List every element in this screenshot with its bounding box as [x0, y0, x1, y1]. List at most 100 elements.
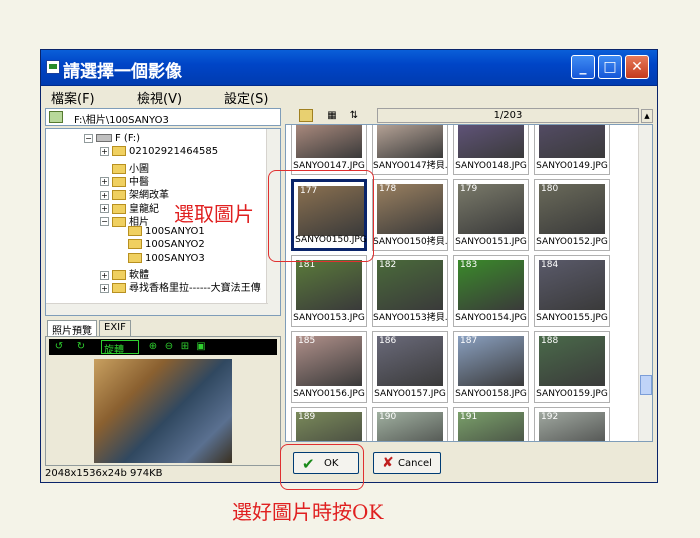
rotate-left-icon[interactable]: ↺: [53, 341, 65, 353]
thumbnail-item[interactable]: 180 SANYO0152.JPG: [534, 179, 610, 251]
tree-horizontal-scrollbar[interactable]: [46, 303, 268, 315]
tree-item[interactable]: +02102921464585: [100, 146, 218, 159]
thumbnail-number: 180: [541, 184, 559, 194]
thumbnail-view-icon[interactable]: ▦: [325, 109, 339, 122]
thumbnail-item[interactable]: 190: [372, 407, 448, 441]
up-level-icon[interactable]: [299, 109, 313, 122]
tree-item-label: 100SANYO1: [145, 226, 205, 238]
tree-item[interactable]: 小圖: [100, 160, 149, 175]
expand-icon[interactable]: +: [100, 146, 109, 156]
cancel-label: Cancel: [398, 458, 432, 469]
scrollbar-thumb[interactable]: [640, 375, 652, 395]
folder-icon: [128, 226, 142, 237]
ok-hint-annotation: 選好圖片時按OK: [232, 500, 384, 524]
thumbnail-number: 179: [460, 184, 478, 194]
thumbnail-item[interactable]: SANYO0148.JPG: [453, 125, 529, 175]
ok-highlight-ring: [280, 444, 364, 490]
thumbnail-item[interactable]: 189: [291, 407, 367, 441]
thumbnail-item[interactable]: SANYO0147拷貝...: [372, 125, 448, 175]
title-bar[interactable]: 請選擇一個影像 _ □ ✕: [41, 50, 657, 86]
thumbnail-item[interactable]: 184 SANYO0155.JPG: [534, 255, 610, 327]
up-folder-icon[interactable]: [49, 111, 63, 123]
tree-item[interactable]: 100SANYO3: [116, 252, 205, 266]
drive-icon: [96, 134, 112, 142]
expand-icon[interactable]: +: [100, 177, 109, 187]
sort-icon[interactable]: ⇅: [347, 109, 361, 122]
menu-file[interactable]: 檔案(F): [51, 88, 95, 107]
thumbnail-item[interactable]: 178 SANYO0150拷貝...: [372, 179, 448, 251]
maximize-icon: □: [603, 59, 617, 75]
zoom-in-icon[interactable]: ⊕: [147, 341, 159, 353]
thumbnail-number: 183: [460, 260, 478, 270]
thumbnail-image: [296, 125, 362, 158]
thumbnail-item[interactable]: SANYO0147.JPG: [291, 125, 367, 175]
zoom-out-icon[interactable]: ⊖: [163, 341, 175, 353]
expand-icon[interactable]: +: [100, 270, 109, 280]
thumbnail-number: 192: [541, 412, 559, 422]
app-icon: [46, 60, 60, 74]
thumbnail-item[interactable]: 185 SANYO0156.JPG: [291, 331, 367, 403]
folder-icon: [112, 146, 126, 157]
thumbnail-filename: SANYO0156.JPG: [293, 389, 365, 399]
thumbnail-number: 190: [379, 412, 397, 422]
scroll-up-icon[interactable]: ▲: [641, 109, 653, 123]
tree-item[interactable]: 100SANYO2: [116, 239, 205, 252]
maximize-button[interactable]: □: [598, 55, 622, 79]
thumbnail-item[interactable]: 183 SANYO0154.JPG: [453, 255, 529, 327]
folder-icon: [128, 239, 142, 250]
thumbnail-item[interactable]: 188 SANYO0159.JPG: [534, 331, 610, 403]
current-path: F:\相片\100SANYO3: [74, 115, 169, 126]
collapse-icon[interactable]: −: [84, 133, 93, 143]
collapse-icon[interactable]: −: [100, 217, 109, 227]
close-button[interactable]: ✕: [625, 55, 649, 79]
window-title: 請選擇一個影像: [63, 62, 182, 82]
thumbnail-filename: SANYO0150拷貝...: [373, 237, 447, 247]
thumbnail-item[interactable]: 181 SANYO0153.JPG: [291, 255, 367, 327]
tab-photo-preview[interactable]: 照片預覽: [47, 320, 97, 337]
menu-settings[interactable]: 設定(S): [224, 88, 268, 107]
rotate-right-icon[interactable]: ↻: [75, 341, 87, 353]
tree-item[interactable]: + 皇龍紀: [100, 200, 159, 215]
thumbnail-filename: SANYO0153.JPG: [293, 313, 365, 323]
tree-item[interactable]: + 軟體: [100, 266, 149, 281]
thumbnail-image: [539, 125, 605, 158]
cancel-button[interactable]: ✘ Cancel: [373, 452, 441, 474]
tree-item-label: 100SANYO3: [145, 252, 205, 264]
expand-icon[interactable]: +: [100, 190, 109, 200]
menu-view[interactable]: 檢視(V): [137, 88, 182, 107]
expand-icon[interactable]: +: [100, 283, 109, 293]
fit-icon[interactable]: ⊞: [179, 341, 191, 353]
tree-item-label: 尋找香格里拉------大寶法王傳: [129, 283, 261, 295]
thumbnail-number: 191: [460, 412, 478, 422]
selection-highlight-ring: [268, 170, 374, 262]
rotate-dropdown[interactable]: 旋轉: [101, 340, 139, 356]
thumbnail-item[interactable]: 192: [534, 407, 610, 441]
menu-bar: 檔案(F) 檢視(V) 設定(S): [41, 86, 657, 107]
thumbnail-item[interactable]: 179 SANYO0151.JPG: [453, 179, 529, 251]
thumbnail-item[interactable]: 186 SANYO0157.JPG: [372, 331, 448, 403]
tab-exif[interactable]: EXIF: [99, 320, 131, 336]
thumbnail-filename: SANYO0149.JPG: [536, 161, 608, 171]
tree-item[interactable]: + 架網改革: [100, 186, 169, 201]
thumbnail-vertical-scrollbar[interactable]: [638, 125, 652, 441]
expand-icon[interactable]: +: [100, 204, 109, 213]
thumbnail-filename: SANYO0159.JPG: [536, 389, 608, 399]
tree-item-label: F (F:): [115, 133, 141, 144]
tree-item[interactable]: + 中醫: [100, 173, 149, 188]
thumbnail-filename: SANYO0147拷貝...: [373, 161, 447, 171]
tree-item[interactable]: − 相片: [100, 213, 149, 228]
tree-item[interactable]: 100SANYO1: [116, 226, 205, 239]
cancel-icon: ✘: [382, 455, 394, 471]
thumbnail-item[interactable]: SANYO0149.JPG: [534, 125, 610, 175]
tree-item[interactable]: − F (F:): [84, 133, 140, 146]
path-bar[interactable]: F:\相片\100SANYO3: [45, 108, 281, 126]
thumbnail-item[interactable]: 191: [453, 407, 529, 441]
actual-size-icon[interactable]: ▣: [195, 341, 207, 353]
tree-item[interactable]: + 尋找香格里拉------大寶法王傳: [100, 279, 261, 295]
image-info-status: 2048x1536x24b 974KB: [45, 468, 163, 479]
select-annotation: 選取圖片: [174, 202, 254, 226]
thumbnail-item[interactable]: 182 SANYO0153拷貝...: [372, 255, 448, 327]
thumbnail-item[interactable]: 187 SANYO0158.JPG: [453, 331, 529, 403]
thumbnail-filename: SANYO0155.JPG: [536, 313, 608, 323]
minimize-button[interactable]: _: [571, 55, 595, 79]
